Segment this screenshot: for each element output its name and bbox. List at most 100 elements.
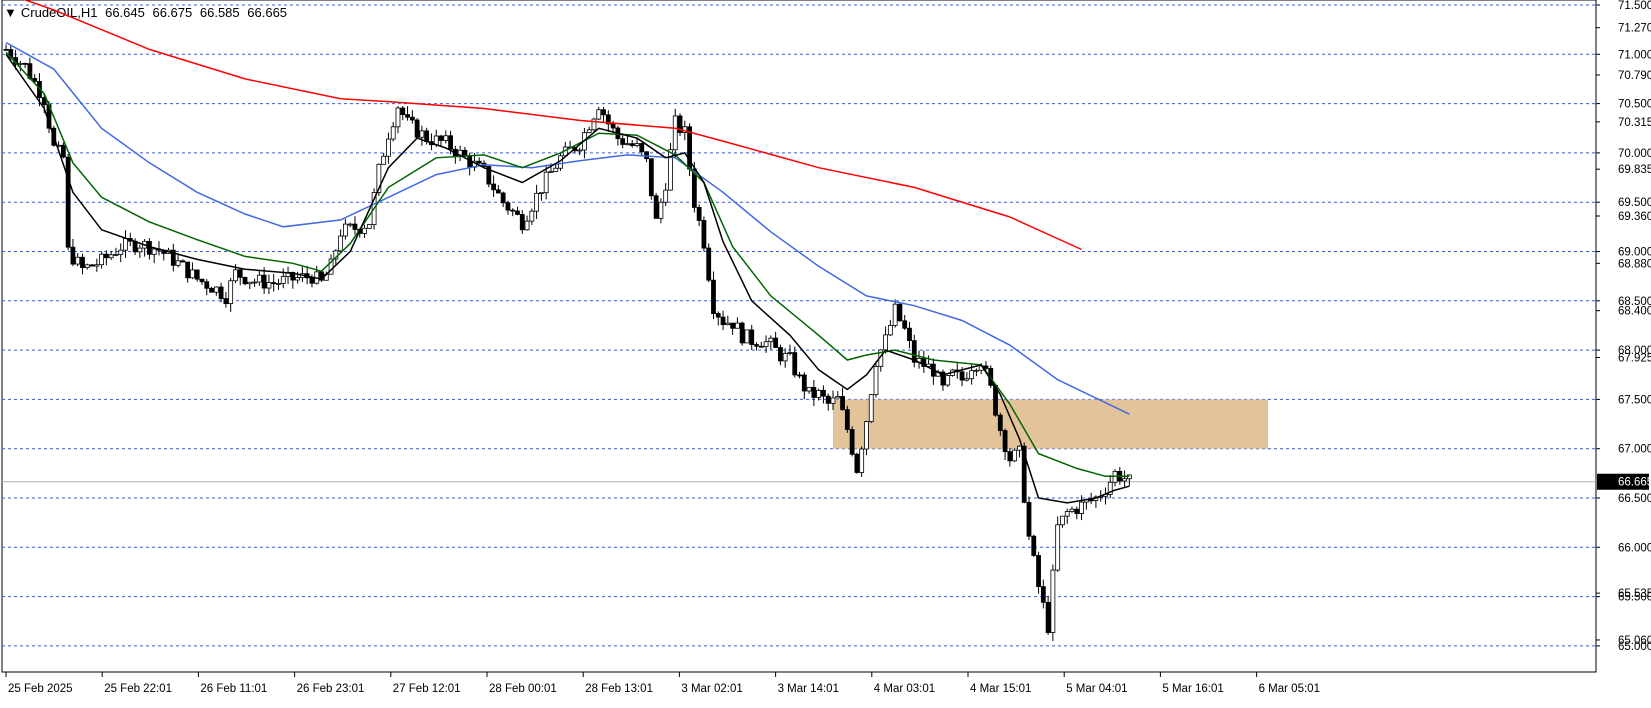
candle-body [873, 365, 879, 396]
candle-body [639, 143, 645, 153]
y-tick-label: 70.315 [1618, 117, 1651, 129]
x-tick-label: 4 Mar 03:01 [874, 683, 935, 695]
candle-body [1017, 445, 1022, 451]
candle-body [892, 303, 898, 326]
y-tick-label: 69.500 [1618, 197, 1651, 209]
candle-body [1026, 501, 1032, 537]
candle-body [209, 287, 214, 293]
candle-body [419, 130, 425, 138]
candle-body [529, 210, 535, 222]
candle-body [22, 62, 28, 65]
candle-body [887, 325, 893, 336]
candle-body [1088, 499, 1094, 502]
candle-body [1045, 601, 1051, 633]
candle-body [806, 386, 812, 392]
candle-body [1069, 508, 1075, 512]
y-tick-label: 70.500 [1618, 99, 1651, 111]
candle-body [1040, 586, 1046, 603]
candle-body [424, 130, 430, 143]
candle-body [60, 144, 66, 158]
y-tick-label: 69.360 [1618, 211, 1651, 223]
x-tick-label: 28 Feb 13:01 [585, 683, 653, 695]
candle-body [596, 109, 602, 120]
candle-body [237, 269, 243, 278]
candle-body [730, 322, 736, 329]
y-tick-label: 69.000 [1618, 247, 1651, 259]
candle-body [854, 453, 860, 473]
candle-body [390, 126, 396, 140]
candle-body [190, 269, 195, 279]
candle-body [213, 286, 219, 293]
candle-body [739, 322, 745, 344]
candle-body [548, 171, 554, 173]
candle-body [448, 135, 453, 150]
candle-body [1031, 535, 1037, 556]
y-tick-label: 67.500 [1618, 394, 1651, 406]
candle-body [744, 329, 750, 344]
candle-body [395, 107, 401, 128]
x-tick-label: 3 Mar 14:01 [778, 683, 839, 695]
y-tick-label: 65.000 [1618, 641, 1651, 653]
candle-body [352, 223, 358, 230]
candle-body [825, 395, 831, 404]
x-tick-label: 4 Mar 15:01 [970, 683, 1031, 695]
candle-body [1055, 524, 1061, 571]
candle-body [94, 264, 100, 267]
x-tick-label: 26 Feb 11:01 [200, 683, 267, 695]
candle-body [816, 389, 822, 398]
candle-body [883, 334, 888, 351]
candle-body [252, 281, 257, 284]
candle-body [763, 341, 769, 348]
plot-frame [1, 0, 1597, 673]
candle-body [625, 143, 630, 146]
candle-body [103, 253, 109, 259]
candle-body [233, 269, 238, 282]
candle-body [658, 201, 664, 219]
candle-body [256, 274, 262, 283]
candle-body [864, 421, 869, 450]
candle-body [175, 260, 181, 266]
chart-canvas[interactable]: 71.500 71.270 71.000 70.790 70.500 70.315 70.0… [0, 0, 1651, 708]
candle-body [787, 352, 793, 354]
candle-body [715, 313, 721, 318]
x-tick-label: 3 Mar 02:01 [681, 683, 742, 695]
x-tick-label: 5 Mar 04:01 [1066, 683, 1127, 695]
candle-body [1002, 430, 1008, 453]
moving-average-line-2 [5, 41, 1130, 415]
candle-body [720, 316, 726, 326]
candle-body [586, 129, 592, 134]
price-chart[interactable]: ▼ CrudeOIL,H1 66.645 66.675 66.585 66.665… [0, 0, 1651, 708]
candle-body [811, 386, 817, 398]
x-tick-label: 6 Mar 05:01 [1259, 683, 1320, 695]
candle-body [505, 202, 511, 211]
supply-zone[interactable] [832, 399, 1268, 449]
candle-body [228, 280, 234, 305]
candle-body [151, 248, 157, 255]
candle-body [400, 107, 406, 115]
candle-body [1060, 515, 1065, 526]
candle-body [801, 374, 807, 392]
candle-body [386, 138, 391, 157]
candle-body [75, 256, 81, 265]
candle-body [309, 277, 315, 284]
candle-body [80, 256, 85, 269]
candle-body [768, 337, 774, 343]
candle-body [362, 227, 367, 234]
candle-body [515, 210, 520, 215]
candle-body [629, 143, 635, 146]
y-tick-label: 67.000 [1618, 444, 1651, 456]
candle-body [821, 389, 826, 397]
candle-body [218, 286, 224, 299]
candle-body [118, 249, 124, 255]
candle-body [663, 189, 669, 203]
candle-body [969, 370, 975, 380]
candle-body [754, 344, 759, 347]
candle-body [653, 195, 659, 219]
candle-body [840, 396, 845, 411]
candle-body [433, 135, 439, 146]
candle-body [725, 322, 731, 326]
y-tick-label: 68.400 [1618, 306, 1651, 318]
candle-body [997, 414, 1003, 431]
candle-body [749, 329, 755, 345]
candle-body [1122, 478, 1127, 482]
